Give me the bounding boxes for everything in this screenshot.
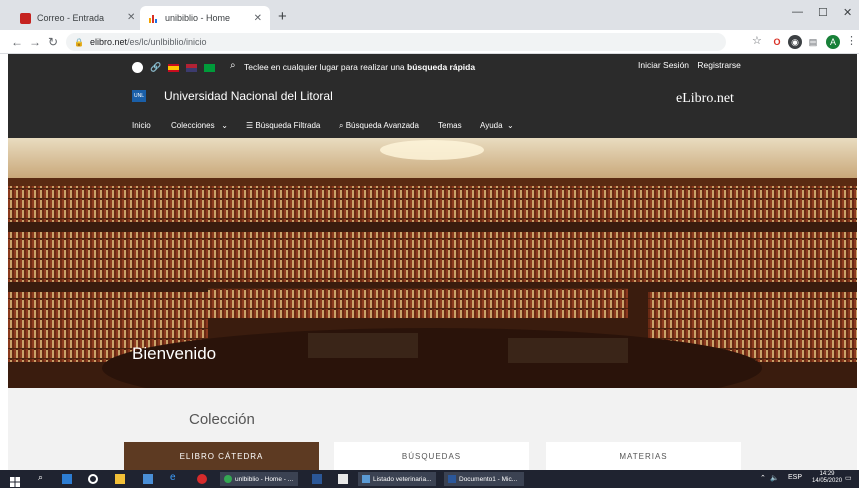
- bookmark-star-icon[interactable]: ☆: [752, 34, 762, 47]
- browser-tab-strip: Correo - Entrada unibiblio - Home ✕ ✕ + …: [0, 0, 859, 30]
- menu-colecciones-label: Colecciones: [171, 121, 215, 130]
- back-icon[interactable]: ←: [8, 35, 26, 49]
- tray-chevron-icon[interactable]: ⌃: [760, 474, 766, 482]
- taskbar-app-listado[interactable]: Listado veterinaria...: [358, 472, 436, 486]
- card-elibro-catedra[interactable]: ELIBRO CÁTEDRA: [124, 442, 319, 470]
- minimize-button[interactable]: —: [792, 6, 803, 18]
- menu-inicio[interactable]: Inicio: [132, 121, 151, 130]
- url-host: elibro.net: [89, 37, 127, 47]
- app-icon[interactable]: [338, 474, 348, 484]
- search-hint-text: Teclee en cualquier lugar para realizar …: [244, 62, 405, 72]
- login-link[interactable]: Iniciar Sesión: [638, 60, 689, 70]
- taskbar-app-label: Listado veterinaria...: [373, 475, 432, 483]
- chevron-down-icon: ⌄: [216, 121, 228, 130]
- app-icon[interactable]: [312, 474, 322, 484]
- english-flag-icon[interactable]: [186, 63, 198, 72]
- tab-label: unibiblio - Home: [165, 13, 231, 23]
- unl-logo[interactable]: UNL: [132, 90, 146, 102]
- keyboard-language[interactable]: ESP: [788, 474, 802, 481]
- document-icon: [362, 475, 370, 483]
- elibro-logo[interactable]: eLibro.net: [676, 91, 734, 107]
- opera-extension-icon[interactable]: O: [770, 35, 784, 49]
- card-busquedas[interactable]: BÚSQUEDAS: [334, 442, 529, 470]
- windows-start-icon[interactable]: [10, 474, 20, 487]
- taskbar-app-chrome[interactable]: unlbiblio - Home - ...: [220, 472, 298, 486]
- taskbar-app-word[interactable]: Documento1 - Mic...: [444, 472, 524, 486]
- collection-title: Colección: [189, 411, 255, 428]
- address-bar-row: ← → ↻ 🔒 elibro.net/es/lc/unlbiblio/inici…: [0, 30, 859, 54]
- clock-time: 14:29: [819, 471, 835, 477]
- outlook-icon: [20, 12, 31, 24]
- profile-avatar[interactable]: A: [826, 35, 840, 49]
- notifications-icon[interactable]: ▭: [845, 474, 852, 482]
- menu-busqueda-filtrada[interactable]: ☰ Búsqueda Filtrada: [246, 121, 320, 130]
- collection-section: Colección ELIBRO CÁTEDRA BÚSQUEDAS MATER…: [8, 388, 857, 470]
- menu-busqueda-avanzada-label: Búsqueda Avanzada: [345, 121, 419, 130]
- spanish-flag-icon[interactable]: [168, 63, 180, 72]
- browser-menu-icon[interactable]: ⋮: [846, 34, 857, 47]
- elibro-favicon-icon: [148, 13, 159, 24]
- close-tab-icon[interactable]: ✕: [127, 12, 135, 23]
- mail-app-icon[interactable]: [62, 474, 72, 484]
- hero-banner: Bienvenido: [8, 138, 857, 388]
- card-materias[interactable]: MATERIAS: [546, 442, 741, 470]
- word-icon: [448, 475, 456, 483]
- reload-icon[interactable]: ↻: [44, 35, 62, 49]
- lock-icon: 🔒: [74, 37, 84, 47]
- maximize-button[interactable]: ☐: [818, 6, 828, 19]
- close-tab-icon[interactable]: ✕: [254, 13, 262, 24]
- portuguese-flag-icon[interactable]: [204, 63, 216, 72]
- forward-icon[interactable]: →: [26, 35, 44, 49]
- search-icon[interactable]: ⌕: [230, 60, 236, 71]
- tab-label: Correo - Entrada: [37, 13, 105, 23]
- site-page: 🔗 ⌕ Teclee en cualquier lugar para reali…: [8, 54, 857, 470]
- brand-bar: UNL Universidad Nacional del Litoral eLi…: [8, 82, 857, 114]
- menu-ayuda-label: Ayuda: [480, 121, 503, 130]
- opera-icon[interactable]: [197, 474, 207, 484]
- search-icon[interactable]: ⌕: [38, 472, 48, 482]
- menu-busqueda-avanzada[interactable]: ⌕ Búsqueda Avanzada: [339, 121, 419, 131]
- extension-icon[interactable]: ◉: [788, 35, 802, 49]
- chevron-down-icon: ⌄: [504, 121, 514, 130]
- volume-icon[interactable]: 🔈: [770, 474, 779, 482]
- url-path: /es/lc/unlbiblio/inicio: [127, 37, 207, 47]
- register-link[interactable]: Registrarse: [697, 60, 740, 70]
- store-icon[interactable]: [143, 474, 153, 484]
- edge-icon[interactable]: e: [170, 472, 180, 483]
- globe-icon[interactable]: [132, 62, 143, 73]
- file-explorer-icon[interactable]: [115, 474, 125, 484]
- site-topbar: 🔗 ⌕ Teclee en cualquier lugar para reali…: [8, 54, 857, 82]
- hero-title: Bienvenido: [132, 344, 217, 363]
- extension-icon[interactable]: ▤: [806, 35, 820, 49]
- url-field[interactable]: 🔒 elibro.net/es/lc/unlbiblio/inicio: [66, 33, 726, 51]
- new-tab-button[interactable]: +: [278, 8, 287, 25]
- taskbar-app-label: Documento1 - Mic...: [459, 475, 518, 483]
- menu-colecciones[interactable]: Colecciones ⌄: [171, 121, 228, 130]
- link-icon[interactable]: 🔗: [150, 62, 161, 73]
- search-icon: ⌕: [339, 121, 346, 130]
- clock[interactable]: 14:29 14/05/2020: [812, 471, 842, 485]
- menu-temas[interactable]: Temas: [438, 121, 462, 130]
- quick-search-hint[interactable]: Teclee en cualquier lugar para realizar …: [244, 62, 475, 72]
- clock-date: 14/05/2020: [812, 478, 843, 484]
- task-view-icon[interactable]: [88, 474, 98, 484]
- close-window-button[interactable]: ✕: [843, 6, 852, 19]
- taskbar-app-label: unlbiblio - Home - ...: [235, 475, 294, 483]
- menu-ayuda[interactable]: Ayuda ⌄: [480, 121, 514, 130]
- university-name[interactable]: Universidad Nacional del Litoral: [164, 89, 333, 103]
- menu-busqueda-filtrada-label: Búsqueda Filtrada: [255, 121, 321, 130]
- filter-icon: ☰: [246, 121, 256, 130]
- chrome-icon: [224, 475, 232, 483]
- search-hint-bold: búsqueda rápida: [407, 62, 476, 72]
- tab-unlbiblio[interactable]: unibiblio - Home ✕: [140, 6, 270, 30]
- main-menu: Inicio Colecciones ⌄ ☰ Búsqueda Filtrada…: [8, 114, 857, 138]
- os-taskbar: ⌕ e unlbiblio - Home - ... Listado veter…: [0, 470, 859, 488]
